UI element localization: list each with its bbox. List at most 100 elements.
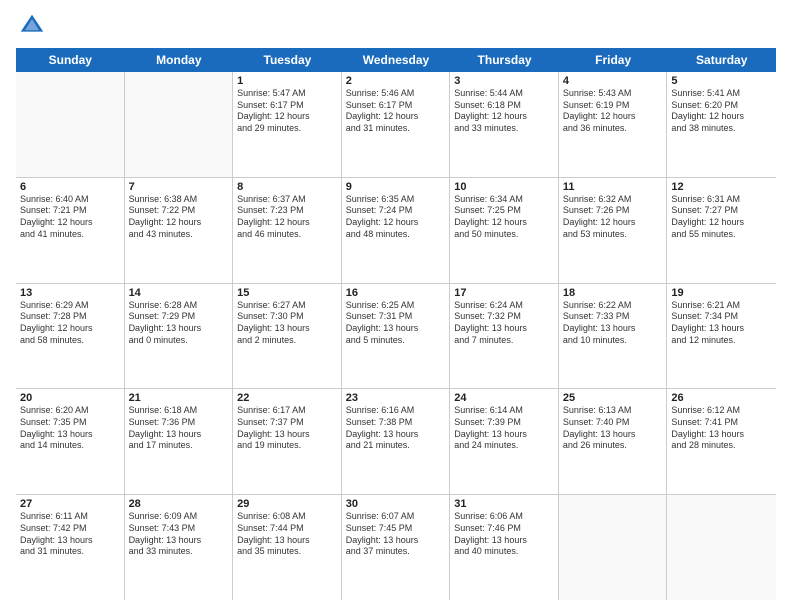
calendar-row: 13Sunrise: 6:29 AM Sunset: 7:28 PM Dayli…: [16, 284, 776, 390]
day-number: 1: [237, 75, 337, 87]
day-number: 3: [454, 75, 554, 87]
calendar-row: 20Sunrise: 6:20 AM Sunset: 7:35 PM Dayli…: [16, 389, 776, 495]
calendar-cell: 10Sunrise: 6:34 AM Sunset: 7:25 PM Dayli…: [450, 178, 559, 283]
day-info: Sunrise: 6:09 AM Sunset: 7:43 PM Dayligh…: [129, 511, 229, 558]
day-number: 28: [129, 498, 229, 510]
day-number: 30: [346, 498, 446, 510]
day-number: 23: [346, 392, 446, 404]
day-info: Sunrise: 5:41 AM Sunset: 6:20 PM Dayligh…: [671, 88, 772, 135]
day-number: 10: [454, 181, 554, 193]
calendar-row: 6Sunrise: 6:40 AM Sunset: 7:21 PM Daylig…: [16, 178, 776, 284]
day-number: 16: [346, 287, 446, 299]
day-info: Sunrise: 6:28 AM Sunset: 7:29 PM Dayligh…: [129, 300, 229, 347]
calendar-cell: 11Sunrise: 6:32 AM Sunset: 7:26 PM Dayli…: [559, 178, 668, 283]
calendar-cell: 14Sunrise: 6:28 AM Sunset: 7:29 PM Dayli…: [125, 284, 234, 389]
calendar-cell: 2Sunrise: 5:46 AM Sunset: 6:17 PM Daylig…: [342, 72, 451, 177]
calendar-header: SundayMondayTuesdayWednesdayThursdayFrid…: [16, 48, 776, 72]
day-number: 31: [454, 498, 554, 510]
calendar-cell: 8Sunrise: 6:37 AM Sunset: 7:23 PM Daylig…: [233, 178, 342, 283]
calendar-cell: 7Sunrise: 6:38 AM Sunset: 7:22 PM Daylig…: [125, 178, 234, 283]
day-info: Sunrise: 5:43 AM Sunset: 6:19 PM Dayligh…: [563, 88, 663, 135]
day-info: Sunrise: 6:24 AM Sunset: 7:32 PM Dayligh…: [454, 300, 554, 347]
day-number: 7: [129, 181, 229, 193]
calendar-cell: 5Sunrise: 5:41 AM Sunset: 6:20 PM Daylig…: [667, 72, 776, 177]
calendar-body: 1Sunrise: 5:47 AM Sunset: 6:17 PM Daylig…: [16, 72, 776, 600]
day-info: Sunrise: 5:46 AM Sunset: 6:17 PM Dayligh…: [346, 88, 446, 135]
day-info: Sunrise: 6:21 AM Sunset: 7:34 PM Dayligh…: [671, 300, 772, 347]
calendar: SundayMondayTuesdayWednesdayThursdayFrid…: [16, 48, 776, 600]
day-number: 22: [237, 392, 337, 404]
weekday-header: Tuesday: [233, 48, 342, 72]
day-number: 24: [454, 392, 554, 404]
calendar-cell: [16, 72, 125, 177]
calendar-cell: 20Sunrise: 6:20 AM Sunset: 7:35 PM Dayli…: [16, 389, 125, 494]
calendar-cell: 27Sunrise: 6:11 AM Sunset: 7:42 PM Dayli…: [16, 495, 125, 600]
day-info: Sunrise: 6:40 AM Sunset: 7:21 PM Dayligh…: [20, 194, 120, 241]
day-number: 15: [237, 287, 337, 299]
logo-area: [16, 12, 46, 40]
day-info: Sunrise: 6:20 AM Sunset: 7:35 PM Dayligh…: [20, 405, 120, 452]
day-info: Sunrise: 6:08 AM Sunset: 7:44 PM Dayligh…: [237, 511, 337, 558]
day-number: 26: [671, 392, 772, 404]
day-number: 8: [237, 181, 337, 193]
calendar-cell: 4Sunrise: 5:43 AM Sunset: 6:19 PM Daylig…: [559, 72, 668, 177]
calendar-cell: 29Sunrise: 6:08 AM Sunset: 7:44 PM Dayli…: [233, 495, 342, 600]
day-number: 27: [20, 498, 120, 510]
day-info: Sunrise: 5:44 AM Sunset: 6:18 PM Dayligh…: [454, 88, 554, 135]
calendar-cell: [125, 72, 234, 177]
calendar-cell: [559, 495, 668, 600]
day-info: Sunrise: 6:32 AM Sunset: 7:26 PM Dayligh…: [563, 194, 663, 241]
day-number: 25: [563, 392, 663, 404]
day-number: 4: [563, 75, 663, 87]
day-info: Sunrise: 6:37 AM Sunset: 7:23 PM Dayligh…: [237, 194, 337, 241]
calendar-cell: 3Sunrise: 5:44 AM Sunset: 6:18 PM Daylig…: [450, 72, 559, 177]
page: SundayMondayTuesdayWednesdayThursdayFrid…: [0, 0, 792, 612]
day-number: 20: [20, 392, 120, 404]
weekday-header: Sunday: [16, 48, 125, 72]
day-info: Sunrise: 6:11 AM Sunset: 7:42 PM Dayligh…: [20, 511, 120, 558]
calendar-cell: 17Sunrise: 6:24 AM Sunset: 7:32 PM Dayli…: [450, 284, 559, 389]
day-info: Sunrise: 6:22 AM Sunset: 7:33 PM Dayligh…: [563, 300, 663, 347]
calendar-cell: 13Sunrise: 6:29 AM Sunset: 7:28 PM Dayli…: [16, 284, 125, 389]
day-info: Sunrise: 6:35 AM Sunset: 7:24 PM Dayligh…: [346, 194, 446, 241]
day-number: 13: [20, 287, 120, 299]
day-info: Sunrise: 6:17 AM Sunset: 7:37 PM Dayligh…: [237, 405, 337, 452]
day-number: 21: [129, 392, 229, 404]
weekday-header: Saturday: [667, 48, 776, 72]
calendar-cell: 15Sunrise: 6:27 AM Sunset: 7:30 PM Dayli…: [233, 284, 342, 389]
day-number: 11: [563, 181, 663, 193]
header: [16, 12, 776, 40]
day-number: 19: [671, 287, 772, 299]
calendar-cell: 21Sunrise: 6:18 AM Sunset: 7:36 PM Dayli…: [125, 389, 234, 494]
day-info: Sunrise: 6:18 AM Sunset: 7:36 PM Dayligh…: [129, 405, 229, 452]
day-info: Sunrise: 6:27 AM Sunset: 7:30 PM Dayligh…: [237, 300, 337, 347]
day-number: 6: [20, 181, 120, 193]
day-info: Sunrise: 6:13 AM Sunset: 7:40 PM Dayligh…: [563, 405, 663, 452]
calendar-cell: 30Sunrise: 6:07 AM Sunset: 7:45 PM Dayli…: [342, 495, 451, 600]
calendar-cell: 31Sunrise: 6:06 AM Sunset: 7:46 PM Dayli…: [450, 495, 559, 600]
day-info: Sunrise: 6:06 AM Sunset: 7:46 PM Dayligh…: [454, 511, 554, 558]
day-number: 29: [237, 498, 337, 510]
logo-icon: [18, 12, 46, 40]
calendar-cell: 24Sunrise: 6:14 AM Sunset: 7:39 PM Dayli…: [450, 389, 559, 494]
calendar-cell: [667, 495, 776, 600]
calendar-row: 27Sunrise: 6:11 AM Sunset: 7:42 PM Dayli…: [16, 495, 776, 600]
day-number: 18: [563, 287, 663, 299]
day-number: 12: [671, 181, 772, 193]
calendar-cell: 6Sunrise: 6:40 AM Sunset: 7:21 PM Daylig…: [16, 178, 125, 283]
calendar-cell: 23Sunrise: 6:16 AM Sunset: 7:38 PM Dayli…: [342, 389, 451, 494]
calendar-cell: 1Sunrise: 5:47 AM Sunset: 6:17 PM Daylig…: [233, 72, 342, 177]
calendar-cell: 16Sunrise: 6:25 AM Sunset: 7:31 PM Dayli…: [342, 284, 451, 389]
day-info: Sunrise: 6:31 AM Sunset: 7:27 PM Dayligh…: [671, 194, 772, 241]
day-info: Sunrise: 6:38 AM Sunset: 7:22 PM Dayligh…: [129, 194, 229, 241]
day-number: 2: [346, 75, 446, 87]
calendar-cell: 22Sunrise: 6:17 AM Sunset: 7:37 PM Dayli…: [233, 389, 342, 494]
calendar-cell: 26Sunrise: 6:12 AM Sunset: 7:41 PM Dayli…: [667, 389, 776, 494]
calendar-cell: 18Sunrise: 6:22 AM Sunset: 7:33 PM Dayli…: [559, 284, 668, 389]
day-info: Sunrise: 6:16 AM Sunset: 7:38 PM Dayligh…: [346, 405, 446, 452]
day-info: Sunrise: 6:14 AM Sunset: 7:39 PM Dayligh…: [454, 405, 554, 452]
weekday-header: Thursday: [450, 48, 559, 72]
calendar-cell: 28Sunrise: 6:09 AM Sunset: 7:43 PM Dayli…: [125, 495, 234, 600]
day-info: Sunrise: 6:34 AM Sunset: 7:25 PM Dayligh…: [454, 194, 554, 241]
day-number: 17: [454, 287, 554, 299]
